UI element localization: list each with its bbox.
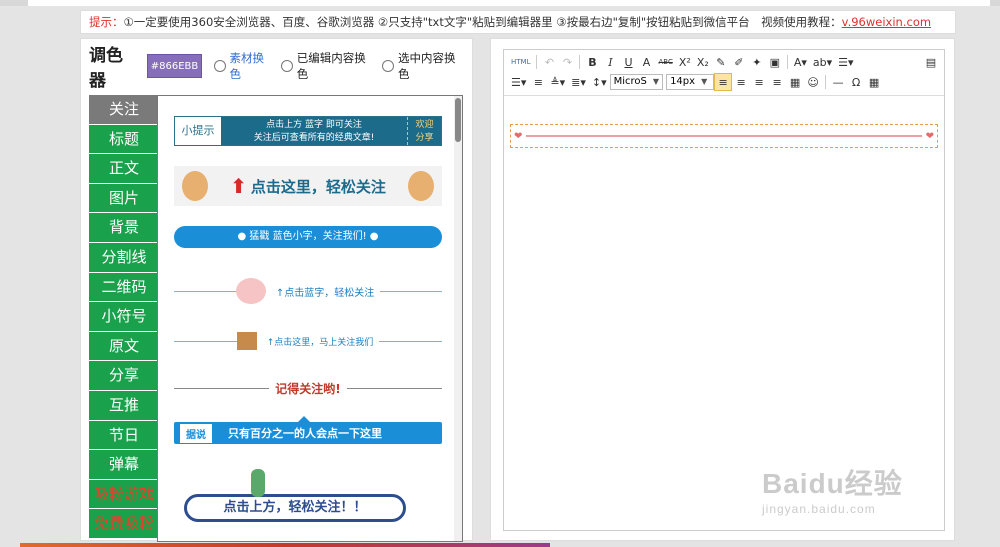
align-justify-button[interactable]: ≡ bbox=[768, 73, 786, 91]
template-click-here-follow[interactable]: ⬆ 点击这里，轻松关注 bbox=[174, 166, 442, 206]
fullscreen-icon[interactable]: ▤ bbox=[922, 53, 940, 71]
font-size-select[interactable]: 14px ▼ bbox=[666, 74, 715, 90]
pig-icon bbox=[235, 278, 266, 304]
chevron-down-icon: ▼ bbox=[652, 77, 660, 86]
align-left-button[interactable]: ≡ bbox=[714, 73, 733, 91]
template-click-top[interactable]: 点击上方，轻松关注！！ bbox=[184, 469, 406, 522]
category-qrcode[interactable]: 二维码 bbox=[89, 272, 159, 303]
category-free-fans[interactable]: 免费吸粉 bbox=[89, 509, 159, 539]
rich-text-editor: HTML ↶ ↷ B I U A ABC X² X₂ ✎ ✐ ✦ ▣ A▾ ab… bbox=[503, 49, 945, 531]
category-title[interactable]: 标题 bbox=[89, 124, 159, 155]
strikethrough-button[interactable]: ABC bbox=[655, 53, 675, 71]
up-arrow-icon: ⬆ bbox=[230, 174, 247, 198]
align-right-button[interactable]: ≡ bbox=[750, 73, 768, 91]
top-strip bbox=[0, 0, 1000, 6]
preview-scrollbar[interactable] bbox=[454, 96, 462, 541]
radio-circle[interactable] bbox=[382, 60, 394, 72]
eraser-icon[interactable]: ✎ bbox=[712, 53, 730, 71]
cartoon-right-icon bbox=[408, 171, 434, 201]
font-family-select[interactable]: MicroS ▼ bbox=[609, 74, 664, 90]
cartoon-left-icon bbox=[182, 171, 208, 201]
category-image[interactable]: 图片 bbox=[89, 183, 159, 214]
notice-text: ①一定要使用360安全浏览器、百度、谷歌浏览器 ②只支持"txt文字"粘贴到编辑… bbox=[123, 15, 842, 29]
superscript-button[interactable]: X² bbox=[676, 53, 694, 71]
highlight-color-button[interactable]: ab▾ bbox=[810, 53, 835, 71]
heart-icon: ❤ bbox=[925, 130, 934, 142]
category-danmaku[interactable]: 弹幕 bbox=[89, 450, 159, 480]
inserted-divider[interactable]: ❤ ❤ bbox=[510, 124, 938, 148]
notice-bar: 提示：①一定要使用360安全浏览器、百度、谷歌浏览器 ②只支持"txt文字"粘贴… bbox=[80, 10, 956, 34]
tip-share: 欢迎 分享 bbox=[407, 117, 441, 145]
template-remember-follow[interactable]: 记得关注哟! bbox=[174, 376, 443, 400]
heart-icon: ❤ bbox=[514, 130, 523, 142]
unordered-list-button[interactable]: ☰▾ bbox=[508, 73, 529, 91]
category-festival[interactable]: 节日 bbox=[89, 420, 159, 451]
category-body[interactable]: 正文 bbox=[89, 154, 159, 184]
chevron-down-icon: ▼ bbox=[701, 77, 708, 86]
template-text: 点击这里，轻松关注 bbox=[250, 177, 386, 196]
auto-format-icon[interactable]: ✦ bbox=[748, 53, 766, 71]
color-picker-row: 调色器 #866EBB 素材换色 已编辑内容换色 选中内容换色 bbox=[89, 46, 472, 91]
template-poke-blue[interactable]: ● 猛戳 蓝色小字，关注我们! ● bbox=[174, 226, 442, 248]
tip-text: 点击上方 蓝字 即可关注 关注后可查看所有的经典文章! bbox=[221, 117, 407, 145]
editor-toolbar: HTML ↶ ↷ B I U A ABC X² X₂ ✎ ✐ ✦ ▣ A▾ ab… bbox=[504, 50, 944, 96]
tutorial-link[interactable]: v.96weixin.com bbox=[842, 15, 931, 29]
category-divider[interactable]: 分割线 bbox=[89, 242, 159, 273]
cactus-icon bbox=[251, 469, 265, 497]
radio-edited-recolor[interactable]: 已编辑内容换色 bbox=[280, 50, 376, 82]
category-cross-promo[interactable]: 互推 bbox=[89, 390, 159, 421]
category-share[interactable]: 分享 bbox=[89, 361, 159, 391]
redo-button[interactable]: ↷ bbox=[558, 53, 576, 71]
color-swatch[interactable]: #866EBB bbox=[147, 54, 202, 78]
template-preview: 小提示 点击上方 蓝字 即可关注 关注后可查看所有的经典文章! 欢迎 分享 ⬆ 点击… bbox=[157, 95, 463, 542]
category-list: 关注 标题 正文 图片 背景 分割线 二维码 小符号 原文 分享 互推 节日 弹… bbox=[89, 95, 159, 539]
table-icon[interactable]: ▦ bbox=[865, 73, 883, 91]
bold-button[interactable]: B bbox=[583, 53, 601, 71]
radio-selected-recolor[interactable]: 选中内容换色 bbox=[382, 50, 466, 82]
align-center-button[interactable]: ≡ bbox=[732, 73, 750, 91]
image-icon[interactable]: ▦ bbox=[786, 73, 804, 91]
category-background[interactable]: 背景 bbox=[89, 213, 159, 243]
notice-prefix: 提示： bbox=[89, 15, 124, 29]
bottom-strip bbox=[20, 543, 550, 547]
radio-material-recolor[interactable]: 素材换色 bbox=[213, 50, 275, 82]
radio-circle[interactable] bbox=[280, 60, 293, 72]
subscript-button[interactable]: X₂ bbox=[694, 53, 712, 71]
template-one-percent[interactable]: 据说 只有百分之一的人会点一下这里 bbox=[174, 416, 442, 444]
radio-circle[interactable] bbox=[213, 60, 226, 72]
template-pig-follow[interactable]: ↑点击蓝字，轻松关注 bbox=[174, 276, 443, 306]
template-tip-banner[interactable]: 小提示 点击上方 蓝字 即可关注 关注后可查看所有的经典文章! 欢迎 分享 bbox=[174, 116, 442, 146]
font-border-button[interactable]: A bbox=[637, 53, 655, 71]
format-brush-icon[interactable]: ✐ bbox=[730, 53, 748, 71]
html-source-button[interactable]: HTML bbox=[508, 53, 533, 71]
emoji-icon[interactable]: ☺ bbox=[804, 73, 822, 91]
category-original[interactable]: 原文 bbox=[89, 331, 159, 362]
color-picker-title: 调色器 bbox=[89, 46, 123, 91]
line-height-button[interactable]: ↕▾ bbox=[589, 73, 610, 91]
special-char-button[interactable]: Ω bbox=[847, 73, 865, 91]
category-follow[interactable]: 关注 bbox=[89, 95, 159, 125]
category-fan-game[interactable]: 吸粉游戏 bbox=[89, 479, 159, 510]
underline-button[interactable]: U bbox=[619, 53, 637, 71]
paste-text-icon[interactable]: ▣ bbox=[766, 53, 784, 71]
paragraph-format-button[interactable]: ≣▾ bbox=[568, 73, 589, 91]
ordered-list-button[interactable]: ☰▾ bbox=[835, 53, 856, 71]
tip-label: 小提示 bbox=[175, 117, 221, 145]
undo-button[interactable]: ↶ bbox=[540, 53, 558, 71]
baidu-watermark: Baidu经验 jingyan.baidu.com bbox=[762, 468, 903, 516]
indent-icon[interactable]: ≡ bbox=[529, 73, 547, 91]
italic-button[interactable]: I bbox=[601, 53, 619, 71]
template-follow-now[interactable]: ↑点击这里，马上关注我们 bbox=[174, 328, 443, 354]
divider-line bbox=[526, 135, 922, 137]
paragraph-spacing-button[interactable]: ≜▾ bbox=[547, 73, 568, 91]
horizontal-rule-button[interactable]: — bbox=[829, 73, 847, 91]
category-symbols[interactable]: 小符号 bbox=[89, 302, 159, 332]
font-color-button[interactable]: A▾ bbox=[791, 53, 810, 71]
material-panel: 调色器 #866EBB 素材换色 已编辑内容换色 选中内容换色 关注 标题 正文… bbox=[80, 38, 473, 542]
cartoon-icon bbox=[236, 332, 257, 350]
